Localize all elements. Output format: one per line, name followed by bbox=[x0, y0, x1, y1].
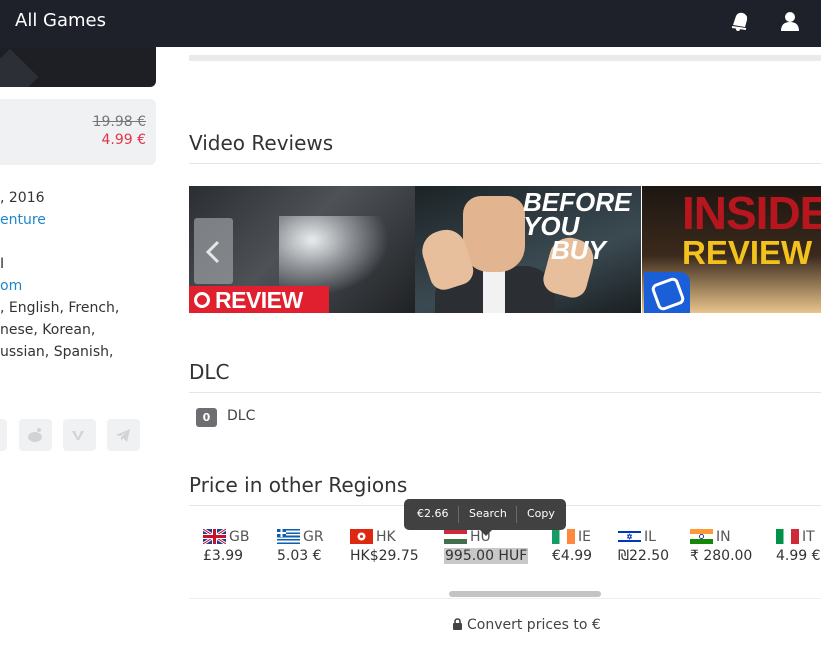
chevron-left-icon bbox=[205, 240, 220, 264]
region-code: IN bbox=[716, 528, 731, 545]
before-you-buy-text: BEFORE YOU BUY bbox=[523, 187, 632, 265]
telegram-icon bbox=[116, 429, 130, 442]
inside-title-text: INSIDE bbox=[682, 187, 821, 239]
region-it[interactable]: IT 4.99 € bbox=[776, 526, 821, 564]
user-icon[interactable] bbox=[779, 10, 801, 32]
region-price: ₹ 280.00 bbox=[690, 548, 753, 564]
ign-logo-icon bbox=[194, 292, 210, 308]
region-code: IE bbox=[578, 528, 591, 545]
flag-in-icon bbox=[690, 529, 713, 544]
light-beam bbox=[279, 216, 389, 296]
languages-line-2: nese, Korean, bbox=[0, 322, 96, 338]
regions-heading: Price in other Regions bbox=[189, 473, 408, 497]
carousel-prev-button[interactable] bbox=[194, 218, 233, 284]
review-text: REVIEW bbox=[682, 234, 813, 271]
menu-separator bbox=[458, 506, 459, 523]
old-price: 19.98 € bbox=[92, 114, 146, 130]
review-badge-text: REVIEW bbox=[215, 287, 303, 313]
region-price: 4.99 € bbox=[776, 548, 821, 564]
video-thumbnail[interactable]: BEFORE YOU BUY bbox=[415, 186, 641, 313]
current-price: 4.99 € bbox=[101, 132, 146, 148]
region-code: HK bbox=[376, 528, 396, 545]
share-button[interactable] bbox=[0, 419, 7, 451]
selection-context-menu: €2.66 Search Copy bbox=[404, 499, 566, 536]
region-hk[interactable]: HK HK$29.75 bbox=[350, 526, 442, 564]
flag-il-icon bbox=[618, 529, 641, 544]
info-fragment: I bbox=[0, 256, 5, 272]
website-link[interactable]: om bbox=[0, 278, 22, 294]
languages-line-1: , English, French, bbox=[0, 300, 120, 316]
genre-link[interactable]: enture bbox=[0, 212, 46, 228]
channel-logo-icon bbox=[644, 272, 690, 313]
video-reviews-heading: Video Reviews bbox=[189, 131, 334, 155]
shirt bbox=[483, 266, 505, 313]
flag-ie-icon bbox=[552, 529, 575, 544]
search-menu-item[interactable]: Search bbox=[469, 507, 507, 520]
menu-separator bbox=[516, 506, 517, 523]
section-divider bbox=[189, 55, 821, 61]
reddit-icon bbox=[28, 428, 42, 442]
region-code: IT bbox=[802, 528, 815, 545]
face bbox=[463, 196, 525, 272]
video-thumbnail[interactable]: INSIDE REVIEW bbox=[642, 186, 821, 313]
convert-prices-button[interactable]: Convert prices to € bbox=[452, 617, 601, 633]
regions-scrollbar[interactable] bbox=[449, 591, 601, 597]
region-code: IL bbox=[644, 528, 656, 545]
vk-share-button[interactable] bbox=[63, 419, 96, 451]
all-games-link[interactable]: All Games bbox=[15, 10, 106, 31]
dlc-heading: DLC bbox=[189, 360, 230, 384]
flag-gr-icon bbox=[277, 529, 300, 544]
currency-conversion-item[interactable]: €2.66 bbox=[417, 507, 449, 520]
top-navbar: All Games bbox=[0, 0, 821, 47]
reddit-share-button[interactable] bbox=[19, 419, 52, 451]
telegram-share-button[interactable] bbox=[107, 419, 140, 451]
flag-it-icon bbox=[776, 529, 799, 544]
game-hero-image bbox=[0, 47, 156, 87]
release-date: , 2016 bbox=[0, 190, 45, 206]
flag-gb-icon bbox=[203, 529, 226, 544]
dlc-count-badge: 0 bbox=[196, 408, 217, 427]
lock-icon bbox=[453, 618, 462, 630]
region-price: HK$29.75 bbox=[350, 548, 419, 564]
languages-line-3: ussian, Spanish, bbox=[0, 344, 114, 360]
notification-bell-icon[interactable] bbox=[729, 10, 751, 32]
price-card[interactable]: 19.98 € 4.99 € bbox=[0, 99, 156, 165]
regions-scroll-track bbox=[189, 598, 821, 599]
dlc-label: DLC bbox=[227, 408, 256, 424]
region-code: GR bbox=[303, 528, 324, 545]
convert-prices-label: Convert prices to € bbox=[467, 617, 601, 633]
vk-icon bbox=[72, 431, 84, 440]
divider bbox=[189, 392, 821, 393]
flag-hk-icon bbox=[350, 529, 373, 544]
divider bbox=[189, 163, 821, 164]
region-code: GB bbox=[229, 528, 250, 545]
region-in[interactable]: IN ₹ 280.00 bbox=[690, 526, 782, 564]
flag-hu-icon bbox=[444, 529, 467, 544]
copy-menu-item[interactable]: Copy bbox=[527, 507, 555, 520]
region-price-selected: 995.00 HUF bbox=[444, 548, 529, 564]
